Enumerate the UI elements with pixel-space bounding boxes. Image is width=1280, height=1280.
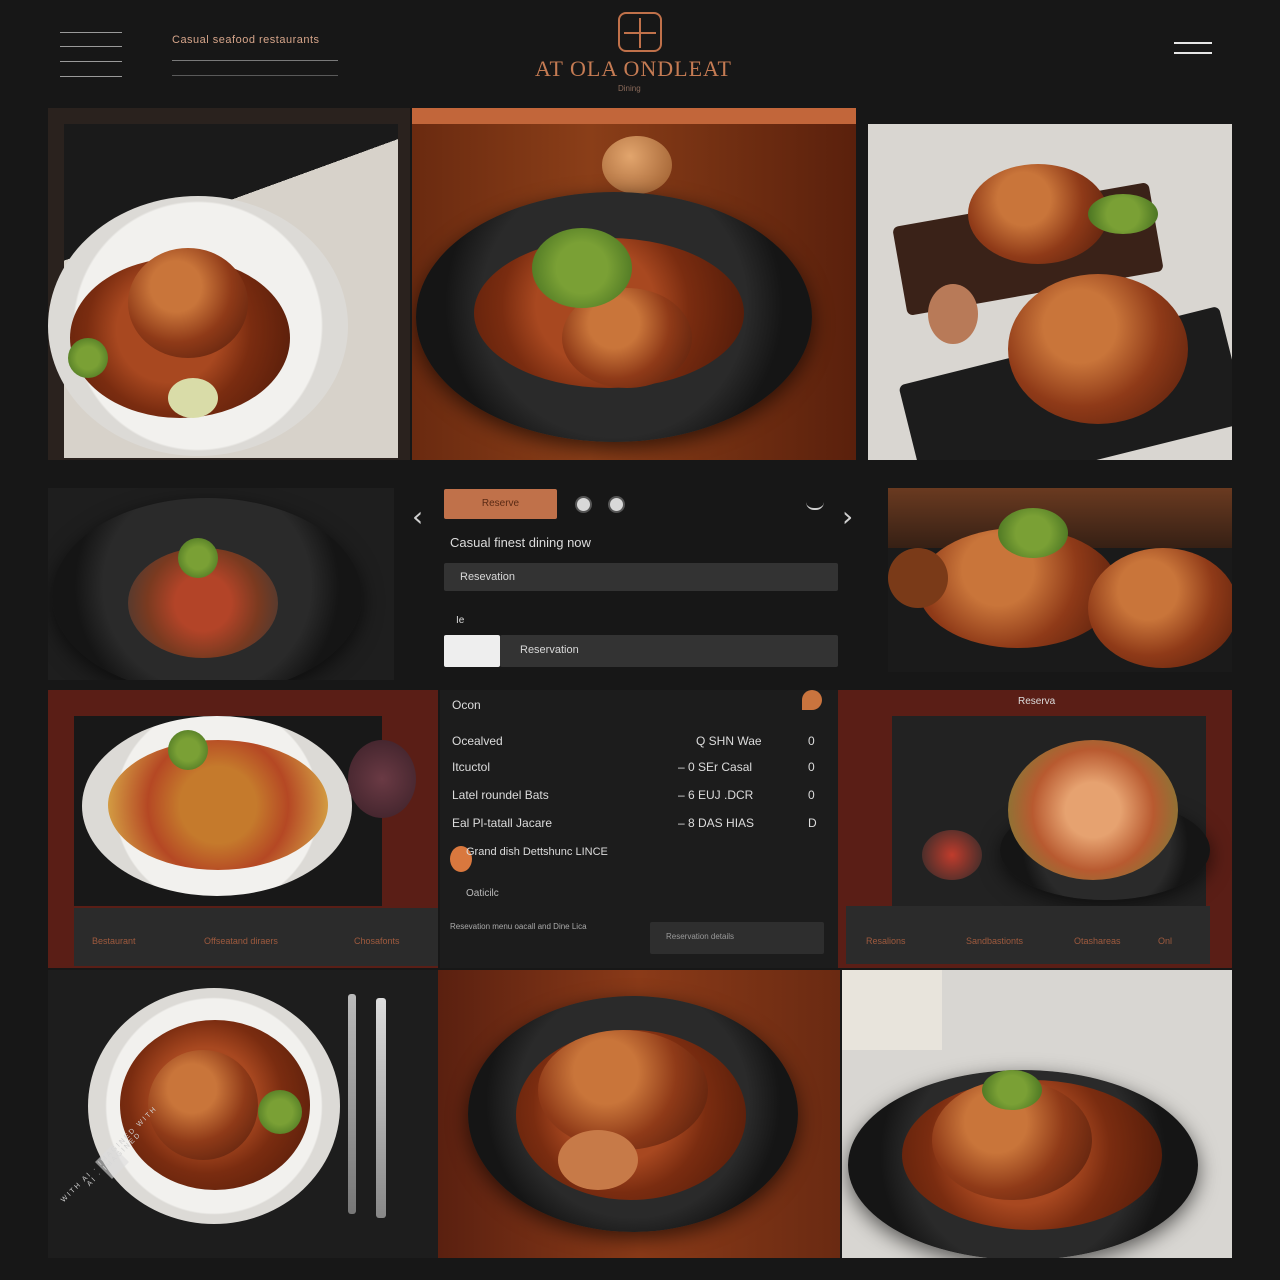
menu-item-name[interactable]: Eal Pl-tatall Jacare [452,816,552,830]
tagline-underline [172,60,338,61]
close-mark-icon[interactable] [806,502,824,510]
right-footer-2[interactable]: Sandbastionts [966,936,1023,946]
brand-name[interactable]: AT OLA ONDLEAT [535,56,732,82]
menu-item-detail: – 6 EUJ .DCR [678,788,754,802]
menu-footer-left: Resevation menu oacall and Dine Lica [450,922,587,931]
fork-icon [348,994,356,1214]
logo-icon[interactable] [618,12,662,52]
right-footer-4[interactable]: Onl [1158,936,1172,946]
field2-checkbox[interactable] [444,635,500,667]
right-footer-3[interactable]: Otashareas [1074,936,1121,946]
tagline-underline-2 [172,75,338,76]
left-footer-2[interactable]: Offseatand diraers [204,936,278,946]
dish-photo-7[interactable] [438,970,840,1258]
booking-heading: Casual finest dining now [450,535,591,550]
menu-lines-left[interactable] [60,32,122,78]
right-feature-panel: Reserva Resalions Sandbastionts Otashare… [838,690,1232,968]
reservation-select-value: Reservation [520,644,579,656]
reserve-tab-button[interactable]: Reserve [444,489,557,519]
field2-label: Ie [456,615,465,626]
menu-item-detail: Q SHN Wae [696,734,762,748]
reservation-field-value: Resevation [460,571,516,583]
menu-highlight[interactable]: Grand dish Dettshunc LINCE [466,846,608,858]
menu-item-name[interactable]: Itcuctol [452,760,490,774]
menu-item-name[interactable]: Ocealved [452,734,503,748]
right-footer-1[interactable]: Resalions [866,936,906,946]
menu-item-price: 0 [808,734,815,748]
reservation-details-button[interactable]: Reservation details [650,922,824,954]
left-footer-3[interactable]: Chosafonts [354,936,400,946]
reserve-tab-label: Reserve [481,498,520,509]
dish-photo-8[interactable] [842,970,1232,1258]
ai-watermark-badge: WITH AI · IMAGINED WITH AI · IMAGINED [60,1105,162,1210]
option-dot-2[interactable] [608,496,625,513]
reservation-select[interactable]: Reservation [500,635,838,667]
menu-title: Ocon [452,698,481,712]
right-panel-title: Reserva [1018,696,1056,707]
next-arrow-icon[interactable]: › [842,500,853,533]
brand-subtitle: Dining [618,84,641,93]
dish-photo-3[interactable] [868,124,1232,460]
reservation-details-label: Reservation details [666,932,735,941]
knife-icon [376,998,386,1218]
menu-panel: Ocon Ocealved Q SHN Wae 0 Itcuctol – 0 S… [440,690,840,968]
left-feature-panel: Bestaurant Offseatand diraers Chosafonts [48,690,438,968]
hamburger-menu-icon[interactable] [1174,42,1212,56]
menu-item-price: 0 [808,788,815,802]
menu-item-detail: – 8 DAS HIAS [678,816,755,830]
dish-photo-4[interactable] [48,488,394,680]
dish-photo-1[interactable] [48,108,410,460]
menu-item-price: D [808,816,817,830]
leaf-icon[interactable] [802,690,822,710]
header-tagline: Casual seafood restaurants [172,34,320,46]
menu-item-price: 0 [808,760,815,774]
menu-sub: Oaticilc [466,888,499,899]
reservation-field[interactable]: Resevation [444,563,838,591]
menu-item-detail: – 0 SEr Casal [678,760,753,774]
left-footer-1[interactable]: Bestaurant [92,936,136,946]
dish-photo-5[interactable] [888,488,1232,672]
menu-item-name[interactable]: Latel roundel Bats [452,788,549,802]
prev-arrow-icon[interactable]: ‹ [412,500,423,533]
option-dot-1[interactable] [575,496,592,513]
dish-photo-2[interactable] [412,108,856,460]
